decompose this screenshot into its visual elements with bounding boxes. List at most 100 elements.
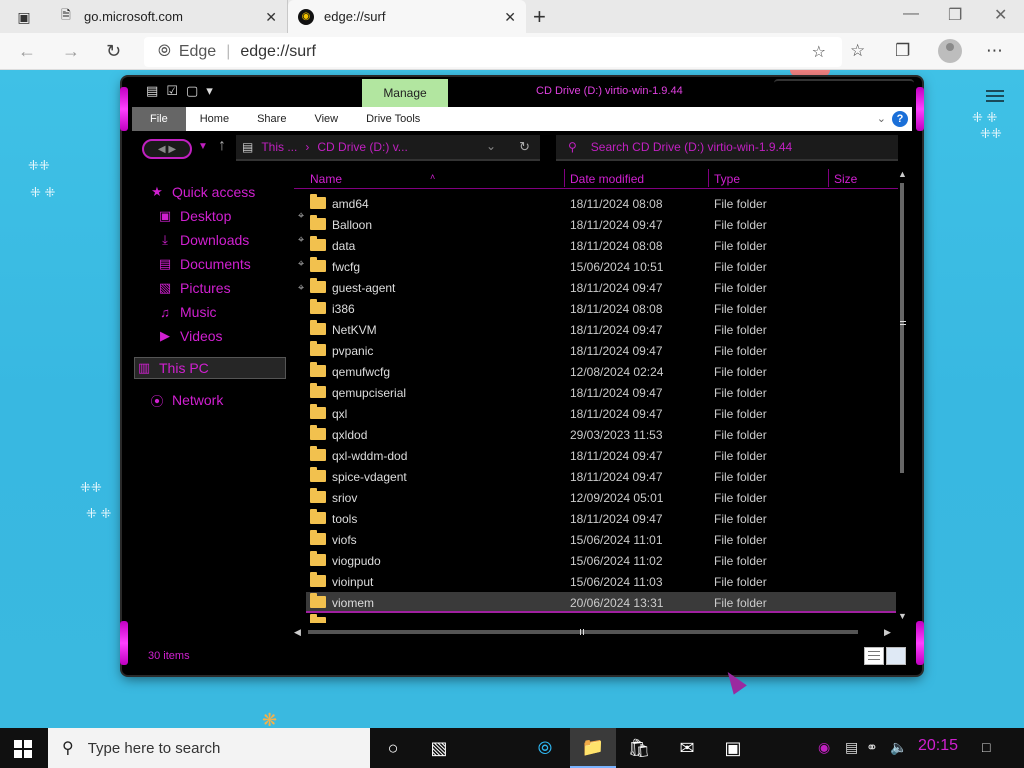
file-row[interactable]: qxl 18/11/2024 09:47 File folder	[306, 403, 896, 424]
edge-icon[interactable]: ⦾	[522, 728, 568, 768]
sidebar-item-documents[interactable]: ▤ Documents ⌖	[156, 253, 304, 275]
tab-edge-surf[interactable]: ◉ edge://surf ✕	[288, 0, 526, 33]
sidebar-item-this-pc[interactable]: ▥ This PC	[134, 357, 286, 379]
help-icon[interactable]: ?	[892, 111, 908, 127]
restore-icon[interactable]: ❐	[948, 5, 962, 25]
file-row[interactable]: qxldod 29/03/2023 11:53 File folder	[306, 424, 896, 445]
recent-locations-icon[interactable]: ▼	[198, 141, 208, 152]
file-row[interactable]: spice-vdagent 18/11/2024 09:47 File folder	[306, 466, 896, 487]
cortana-icon[interactable]: ○	[370, 728, 416, 768]
up-arrow-icon[interactable]: ↑	[218, 137, 226, 155]
address-bar[interactable]: ⦾ Edge | edge://surf ☆	[144, 37, 842, 67]
taskbar-search[interactable]: ⚲ Type here to search	[48, 728, 370, 768]
breadcrumb-drive[interactable]: CD Drive (D:) v...	[317, 140, 407, 154]
file-row[interactable]: qemufwcfg 12/08/2024 02:24 File folder	[306, 361, 896, 382]
store-icon[interactable]: 🛍	[616, 728, 662, 768]
windows-start-icon[interactable]	[14, 740, 32, 758]
file-row[interactable]: viofs 15/06/2024 11:01 File folder	[306, 529, 896, 550]
file-row[interactable]: data 18/11/2024 08:08 File folder	[306, 235, 896, 256]
sidebar-item-desktop[interactable]: ▣ Desktop ⌖	[156, 205, 304, 227]
back-icon[interactable]: ←	[18, 41, 36, 62]
address-url[interactable]: edge://surf	[240, 43, 316, 61]
file-row[interactable]: pvpanic 18/11/2024 09:47 File folder	[306, 340, 896, 361]
chevron-down-icon[interactable]: ▾	[206, 83, 213, 99]
forward-icon[interactable]: →	[62, 41, 80, 62]
file-row[interactable]: guest-agent 18/11/2024 09:47 File folder	[306, 277, 896, 298]
close-tab-icon[interactable]: ✕	[504, 9, 516, 26]
sidebar-item-quick-access[interactable]: ★ Quick access	[148, 181, 255, 203]
file-row[interactable]: qemupciserial 18/11/2024 09:47 File folder	[306, 382, 896, 403]
tray-app-icon[interactable]: ◉	[818, 739, 830, 756]
file-row[interactable]: NetKVM 18/11/2024 09:47 File folder	[306, 319, 896, 340]
file-row[interactable]: Balloon 18/11/2024 09:47 File folder	[306, 214, 896, 235]
details-view-icon[interactable]	[864, 647, 884, 665]
network-icon[interactable]: ⚭	[866, 739, 878, 756]
scroll-down-icon[interactable]: ▼	[898, 611, 907, 621]
tab-manage[interactable]: Manage	[362, 79, 448, 107]
clock[interactable]: 20:15	[918, 737, 958, 755]
tab-file[interactable]: File	[132, 107, 186, 131]
collections-icon[interactable]: ❐	[895, 41, 910, 61]
sidebar-item-downloads[interactable]: ⤓ Downloads ⌖	[156, 229, 304, 251]
tab-actions-icon[interactable]: ▣	[8, 6, 40, 28]
sidebar-item-network[interactable]: ⦿ Network	[148, 389, 223, 411]
column-size[interactable]: Size	[834, 172, 857, 186]
app-icon[interactable]: ▣	[710, 728, 756, 768]
file-row[interactable]: vioinput 15/06/2024 11:03 File folder	[306, 571, 896, 592]
sidebar-item-music[interactable]: ♫ Music	[156, 301, 216, 323]
tab-view[interactable]: View	[300, 107, 352, 131]
column-name[interactable]: Name	[310, 172, 342, 186]
add-favorite-icon[interactable]: ☆	[812, 42, 826, 62]
file-row[interactable]: amd64 18/11/2024 08:08 File folder	[306, 193, 896, 214]
file-row-partial[interactable]	[306, 613, 896, 623]
tab-drive-tools[interactable]: Drive Tools	[352, 107, 434, 131]
tray-device-icon[interactable]: ▤	[845, 739, 858, 756]
chevron-down-icon[interactable]: ⌄	[486, 139, 496, 153]
expand-ribbon-icon[interactable]: ⌄	[877, 112, 886, 125]
close-window-icon[interactable]: ✕	[994, 5, 1007, 25]
drive-icon[interactable]: ▤	[146, 83, 158, 99]
volume-muted-icon[interactable]: 🔈	[890, 739, 907, 756]
file-row[interactable]: viomem 20/06/2024 13:31 File folder	[306, 592, 896, 613]
file-row[interactable]: viogpudo 15/06/2024 11:02 File folder	[306, 550, 896, 571]
game-menu-icon[interactable]	[986, 90, 1004, 105]
back-forward-buttons[interactable]: ◀ ▶	[142, 139, 192, 159]
large-icons-view-icon[interactable]	[886, 647, 906, 665]
column-divider[interactable]	[828, 169, 829, 187]
file-explorer-window[interactable]: ▤ ☑ ▢ ▾ Manage CD Drive (D:) virtio-win-…	[120, 77, 924, 675]
properties-icon[interactable]: ☑	[166, 83, 178, 99]
column-divider[interactable]	[564, 169, 565, 187]
tab-go-microsoft[interactable]: 🗎 go.microsoft.com ✕	[48, 0, 288, 33]
file-row[interactable]: sriov 12/09/2024 05:01 File folder	[306, 487, 896, 508]
file-row[interactable]: i386 18/11/2024 08:08 File folder	[306, 298, 896, 319]
notifications-icon[interactable]: □	[982, 739, 990, 755]
column-date-modified[interactable]: Date modified	[570, 172, 644, 186]
new-tab-icon[interactable]: +	[533, 4, 546, 30]
new-folder-icon[interactable]: ▢	[186, 83, 198, 99]
file-row[interactable]: tools 18/11/2024 09:47 File folder	[306, 508, 896, 529]
explorer-search[interactable]: ⚲ Search CD Drive (D:) virtio-win-1.9.44	[556, 135, 898, 161]
mail-icon[interactable]: ✉	[664, 728, 710, 768]
minimize-icon[interactable]: —	[903, 5, 919, 23]
file-row[interactable]: fwcfg 15/06/2024 10:51 File folder	[306, 256, 896, 277]
scroll-thumb[interactable]	[900, 183, 904, 473]
task-view-icon[interactable]: ▧	[416, 728, 462, 768]
tab-share[interactable]: Share	[243, 107, 300, 131]
refresh-icon[interactable]: ↻	[106, 41, 121, 62]
profile-avatar[interactable]	[938, 39, 962, 63]
scroll-right-icon[interactable]: ▶	[884, 627, 891, 638]
scroll-up-icon[interactable]: ▲	[898, 169, 907, 179]
tab-home[interactable]: Home	[186, 107, 243, 131]
breadcrumb-this-pc[interactable]: This ...	[261, 140, 297, 154]
column-type[interactable]: Type	[714, 172, 740, 186]
scroll-left-icon[interactable]: ◀	[294, 627, 301, 638]
column-divider[interactable]	[708, 169, 709, 187]
refresh-icon[interactable]: ↻	[519, 139, 530, 155]
file-row[interactable]: qxl-wddm-dod 18/11/2024 09:47 File folder	[306, 445, 896, 466]
surf-game-page[interactable]: ⁜⁜ ⁜ ⁜ ⁜ ⁜ ⁜⁜ ⁜⁜ ⁜ ⁜ ❋ ▤ ☑ ▢ ▾ Manage CD…	[0, 70, 1024, 728]
sidebar-item-videos[interactable]: ▶ Videos	[156, 325, 223, 347]
file-explorer-icon[interactable]: 📁	[570, 728, 616, 768]
favorites-icon[interactable]: ☆	[850, 41, 865, 61]
sidebar-item-pictures[interactable]: ▧ Pictures ⌖	[156, 277, 304, 299]
vertical-scrollbar[interactable]: ▲ ▼	[898, 169, 908, 625]
